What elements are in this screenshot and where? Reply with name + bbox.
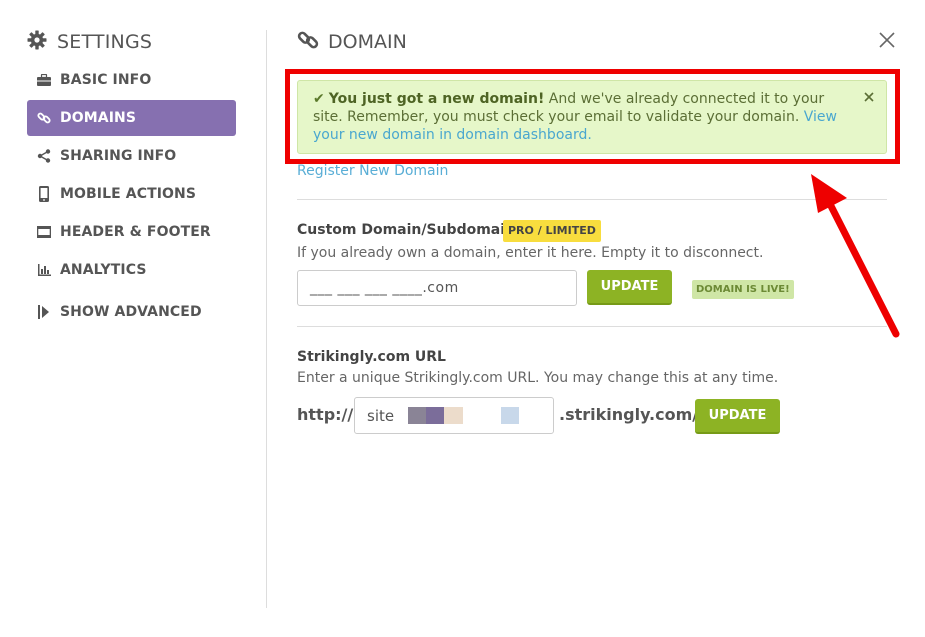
annotation-arrow: [811, 174, 900, 338]
